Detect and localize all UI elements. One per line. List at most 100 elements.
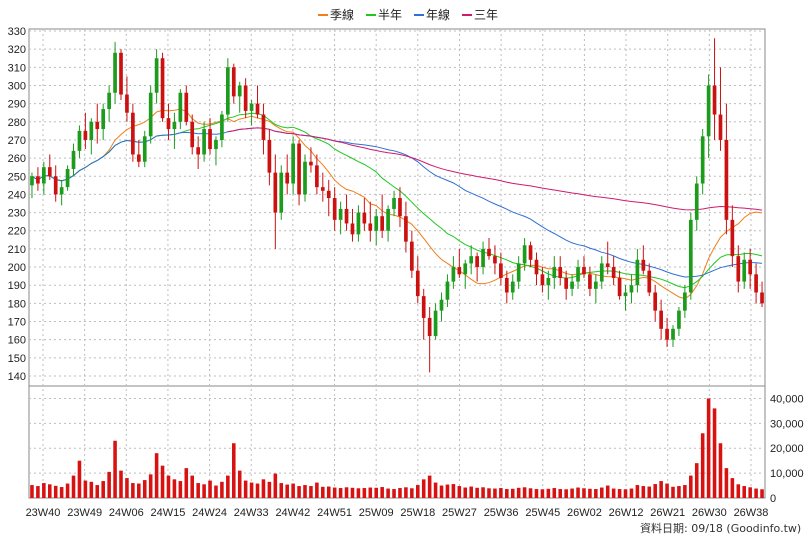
candle-body [433,310,438,337]
candle-body [350,223,355,235]
volume-bar [190,475,195,498]
volume-bar [47,484,52,498]
x-tick-label: 23W49 [67,507,102,519]
candle-body [582,267,586,275]
volume-bar [303,485,307,498]
candle-body [380,216,385,231]
volume-bar [653,484,657,498]
price-tick-label: 200 [8,262,26,274]
x-tick-label: 24W51 [317,507,352,519]
candle-body [243,85,248,111]
volume-bar [599,487,604,498]
candle-body [356,212,361,235]
volume-bar [677,486,681,498]
volume-tick-label: 40,000 [770,393,804,405]
volume-bar [101,481,105,498]
candle-body [101,109,106,130]
candle-body [267,139,272,173]
price-tick-label: 290 [8,99,26,111]
x-tick-label: 23W40 [26,507,61,519]
volume-bar [748,487,752,498]
price-axis-ticks: 330 320 310 300 290 280 270 260 250 240 230 220 210 2… [8,26,26,383]
ma-line-年線 [31,127,763,278]
volume-bar [386,488,390,498]
candle-body [148,92,153,137]
candle-body [279,172,284,213]
candle-body [309,161,313,166]
x-tick-label: 26W02 [567,507,602,519]
candle-body [576,267,580,282]
volume-bar [77,460,82,498]
volume-bar [671,486,675,498]
candle-body [119,52,123,95]
x-tick-label: 25W18 [400,507,435,519]
volume-bar [576,487,580,498]
candle-body [546,277,551,286]
volume-bar [552,488,557,498]
candle-body [748,259,753,275]
candle-body [706,85,711,137]
x-axis-ticks: 23W40 23W49 24W06 24W15 24W24 24W33 24W42 24W51… [26,507,769,519]
candle-body [421,296,426,318]
candle-body [65,169,70,188]
legend-label: 季線 [330,7,354,22]
candle-body [463,263,468,275]
volume-bar [148,474,153,498]
volume-bar [475,487,479,498]
x-tick-label: 24W06 [109,507,144,519]
candle-body [588,274,592,289]
candle-body [95,121,100,130]
volume-bar [36,486,40,498]
volume-bar [493,488,497,498]
legend-label: 三年 [474,8,498,22]
candle-body [754,274,758,293]
candle-body [113,52,117,93]
volume-bar [226,475,230,498]
volume-bar [617,489,622,498]
candle-body [83,130,88,140]
candle-body [261,114,266,140]
candle-body [154,58,159,93]
candle-body [617,277,622,297]
volume-bar [208,480,212,498]
volume-bar [255,483,260,498]
volume-bar [125,478,129,498]
volume-bar [451,484,456,498]
candle-body [71,150,76,169]
candle-body [528,245,533,260]
price-tick-label: 210 [8,244,26,256]
candle-body [273,172,278,213]
price-tick-label: 300 [8,80,26,92]
volume-bar [522,487,527,498]
x-tick-label: 24W15 [151,507,186,519]
volume-bar [65,483,70,498]
candle-body [47,167,52,177]
volume-bar [326,486,331,498]
legend-label: 半年 [378,8,402,22]
volume-bar [243,480,248,498]
x-tick-label: 25W09 [359,507,394,519]
x-tick-label: 24W24 [192,507,227,519]
candle-body [599,263,604,282]
stock-chart: 季線 半年 年線 三年 330 320 310 300 290 280 270 260 250 240 2… [8,7,804,535]
candle-body [237,85,242,97]
candle-body [285,172,290,184]
volume-bar [202,484,206,498]
volume-bar [516,487,521,498]
volume-bar [427,475,432,498]
candle-body [647,270,652,293]
volume-bar [279,483,284,498]
price-tick-label: 180 [8,298,26,310]
candle-body [700,136,705,184]
candle-body [742,259,747,282]
candle-body [481,248,485,268]
volume-bar [742,486,747,498]
candle-body [125,94,129,113]
volume-bar [754,488,758,498]
volume-bar [332,487,337,498]
candle-body [605,263,610,268]
grid-lines [29,29,765,498]
volume-bar [712,408,717,498]
candle-body [160,58,165,119]
volume-bar [499,488,503,498]
